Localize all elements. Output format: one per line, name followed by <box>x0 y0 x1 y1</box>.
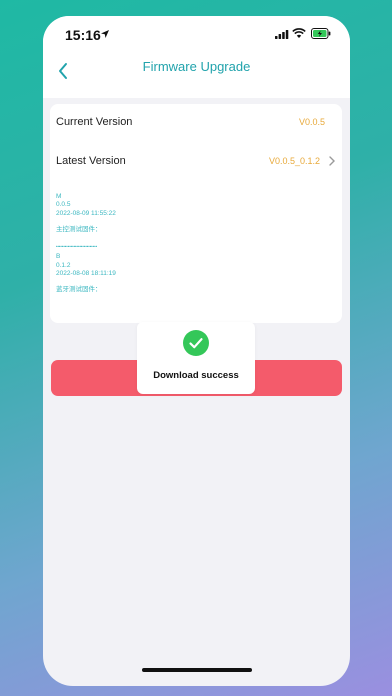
check-circle-icon <box>183 330 209 356</box>
page-title: Firmware Upgrade <box>142 59 251 74</box>
log-main-desc: 主控测试固件： <box>56 226 102 233</box>
current-version-value: V0.0.5 <box>298 117 325 127</box>
log-separator: •••••••••••••••••••••••••••• <box>56 244 98 249</box>
firmware-info-card: Current Version V0.0.5 Latest Version V0… <box>50 104 342 323</box>
log-bt-code: B <box>56 253 61 260</box>
location-arrow-icon <box>101 30 109 38</box>
log-bt-desc: 蓝牙测试固件： <box>56 286 102 293</box>
latest-version-value: V0.0.5_0.1.2 <box>268 156 320 166</box>
nav-bar: Firmware Upgrade <box>43 54 350 98</box>
log-main-date: 2022-08-09 11:55:22 <box>56 210 116 217</box>
latest-version-row[interactable]: Latest Version V0.0.5_0.1.2 <box>50 143 342 181</box>
wifi-icon <box>292 28 306 38</box>
latest-version-label: Latest Version <box>56 155 126 167</box>
home-indicator <box>142 668 252 672</box>
current-version-row: Current Version V0.0.5 <box>50 104 342 142</box>
current-version-label: Current Version <box>56 116 133 128</box>
download-toast: Download success <box>137 322 255 394</box>
status-time: 15:16 <box>65 27 101 43</box>
app-screen: 15:16 Firmware Upgrade Current Version V… <box>43 16 350 686</box>
status-bar: 15:16 <box>43 16 350 54</box>
log-bt-date: 2022-08-08 18:11:19 <box>56 270 116 277</box>
toast-message: Download success <box>153 370 239 381</box>
log-main-version: 0.0.5 <box>56 201 71 208</box>
cellular-signal-icon <box>275 30 289 39</box>
chevron-right-icon <box>329 156 335 166</box>
battery-charging-icon <box>311 28 331 39</box>
